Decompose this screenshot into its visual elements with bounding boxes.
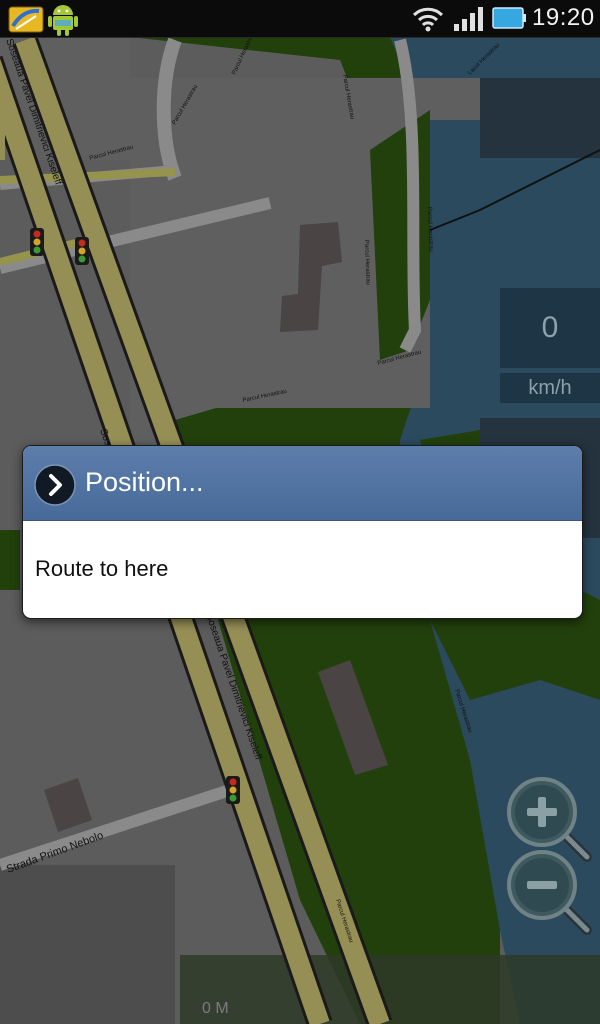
- signal-strength-icon: [452, 6, 486, 32]
- route-to-here-item[interactable]: Route to here: [23, 521, 582, 618]
- traffic-light-icon: [226, 776, 240, 804]
- wifi-icon: [412, 6, 444, 32]
- zoom-out-button[interactable]: [505, 848, 595, 938]
- app-shortcut-icon[interactable]: [8, 4, 44, 34]
- dialog-title: Position...: [85, 467, 204, 497]
- position-dialog: Position... Route to here: [22, 445, 583, 619]
- traffic-light-icon: [30, 228, 44, 256]
- map-scale-label: 0 M: [202, 1000, 229, 1017]
- status-bar: 19:20: [0, 0, 600, 38]
- speed-unit: km/h: [500, 373, 600, 403]
- dialog-header: Position...: [23, 446, 582, 521]
- clock: 19:20: [532, 4, 595, 31]
- speed-value: 0: [500, 288, 600, 368]
- android-robot-icon[interactable]: [46, 1, 80, 37]
- chevron-right-icon: [34, 464, 76, 506]
- route-to-here-label: Route to here: [35, 556, 169, 581]
- battery-icon: [492, 6, 526, 30]
- traffic-light-icon: [75, 237, 89, 265]
- zoom-out-icon: [507, 850, 592, 935]
